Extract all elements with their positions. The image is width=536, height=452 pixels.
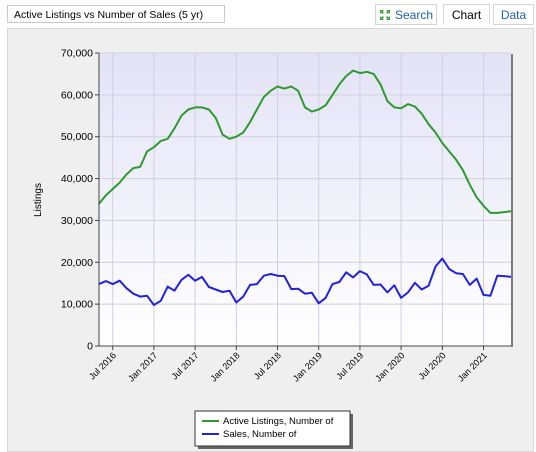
toolbar: Active Listings vs Number of Sales (5 yr… [0, 0, 536, 30]
x-tick-label: Jan 2021 [456, 350, 489, 383]
y-tick-label: 30,000 [61, 215, 93, 227]
search-tab[interactable]: Search [375, 4, 437, 25]
x-tick-label: Jul 2019 [334, 350, 365, 381]
y-tick-label: 0 [87, 341, 93, 353]
line-chart: 0 10,000 20,000 30,000 40,000 50,000 60,000 70,… [33, 48, 513, 449]
chart-tab[interactable]: Chart [443, 4, 490, 25]
x-tick-label: Jan 2017 [126, 350, 159, 383]
x-tick-label: Jul 2017 [169, 350, 200, 381]
y-tick-label: 60,000 [61, 89, 93, 101]
x-tick-label: Jan 2018 [208, 350, 241, 383]
chart-panel: 0 10,000 20,000 30,000 40,000 50,000 60,000 70,… [7, 28, 534, 452]
legend: Active Listings, Number of Sales, Number… [194, 410, 353, 449]
legend-label-listings: Active Listings, Number of [223, 416, 334, 427]
y-tick-label: 20,000 [61, 257, 93, 269]
chart-title-field[interactable]: Active Listings vs Number of Sales (5 yr… [7, 5, 225, 23]
y-axis-ticks: 0 10,000 20,000 30,000 40,000 50,000 60,000 70,… [61, 48, 99, 353]
plot-area [99, 53, 511, 346]
x-tick-label: Jan 2020 [373, 350, 406, 383]
y-tick-label: 40,000 [61, 173, 93, 185]
expand-arrows-icon [379, 10, 390, 20]
x-tick-label: Jul 2020 [417, 350, 448, 381]
x-tick-label: Jan 2019 [291, 350, 324, 383]
y-axis-label: Listings [33, 183, 44, 217]
x-tick-label: Jul 2018 [252, 350, 283, 381]
search-tab-label: Search [394, 8, 434, 22]
y-tick-label: 70,000 [61, 48, 93, 60]
y-tick-label: 50,000 [61, 131, 93, 143]
data-tab[interactable]: Data [493, 4, 534, 25]
legend-label-sales: Sales, Number of [223, 429, 297, 440]
y-tick-label: 10,000 [61, 299, 93, 311]
x-tick-label: Jul 2016 [87, 350, 118, 381]
x-axis-ticks: Jul 2016 Jan 2017 Jul 2017 Jan 2018 Jul 2018… [87, 346, 489, 384]
